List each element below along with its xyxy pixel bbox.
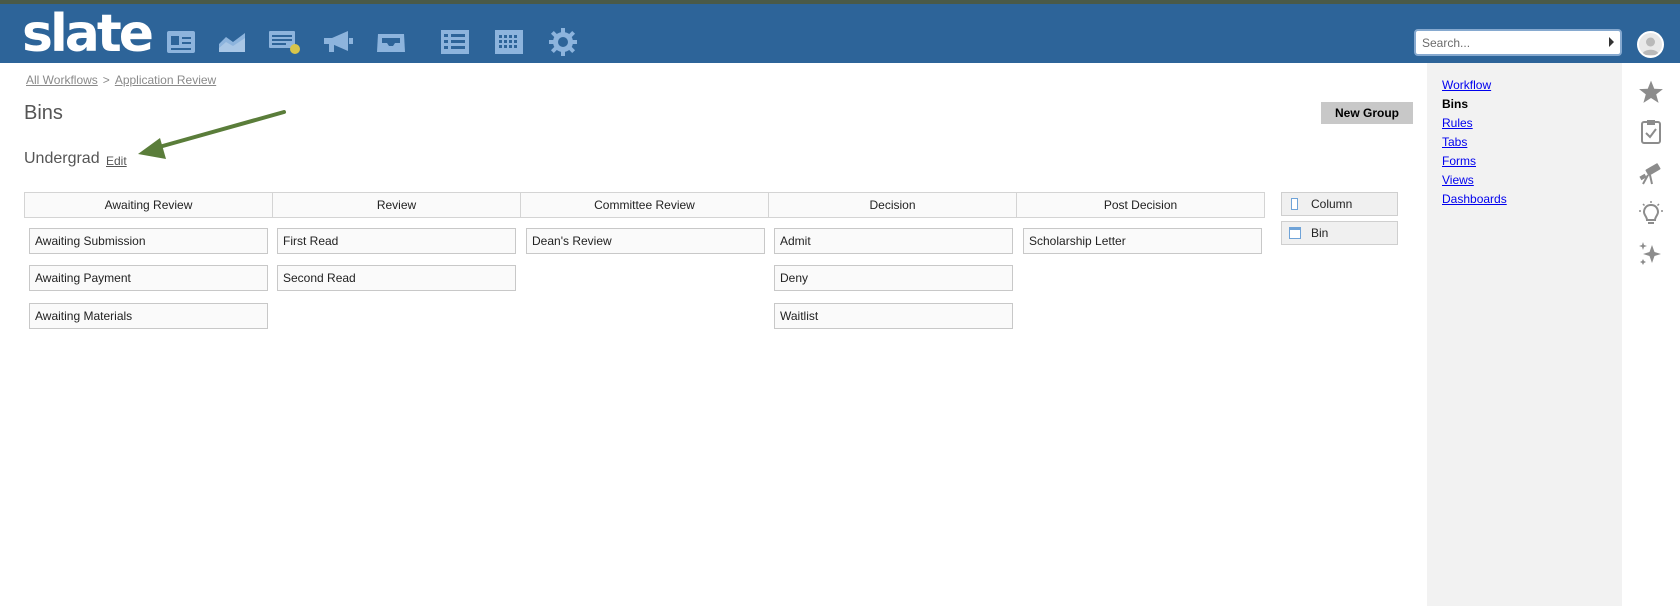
sidebar-item-dashboards[interactable]: Dashboards <box>1442 192 1507 206</box>
add-bin-label: Bin <box>1311 226 1329 240</box>
bin-item[interactable]: Awaiting Payment <box>29 265 268 291</box>
clipboard-check-icon[interactable] <box>1638 119 1664 145</box>
bin-item[interactable]: Waitlist <box>774 303 1013 329</box>
megaphone-icon[interactable] <box>321 27 355 57</box>
search-input[interactable] <box>1422 34 1602 52</box>
breadcrumb-separator: > <box>102 73 110 87</box>
star-icon[interactable] <box>1638 79 1664 105</box>
bin-item[interactable]: Dean's Review <box>526 228 765 254</box>
column-icon <box>1291 198 1298 210</box>
column-header[interactable]: Review <box>272 192 521 218</box>
list-icon[interactable] <box>438 27 472 57</box>
page-title: Bins <box>24 102 63 124</box>
reader-icon[interactable] <box>268 27 302 57</box>
column-header[interactable]: Awaiting Review <box>24 192 273 218</box>
bin-item[interactable]: Deny <box>774 265 1013 291</box>
sparkles-icon[interactable] <box>1638 241 1664 267</box>
right-sidebar: Workflow Bins Rules Tabs Forms Views Das… <box>1427 63 1622 606</box>
group-title: Undergrad <box>24 150 100 167</box>
bin-item[interactable]: Scholarship Letter <box>1023 228 1262 254</box>
search-submit-icon[interactable] <box>1609 37 1614 47</box>
breadcrumb-application-review[interactable]: Application Review <box>115 73 216 87</box>
bin-item[interactable]: Second Read <box>277 265 516 291</box>
slate-logo[interactable]: slate <box>22 8 154 60</box>
sidebar-item-forms[interactable]: Forms <box>1442 154 1476 168</box>
gear-icon[interactable] <box>546 27 580 57</box>
bin-item[interactable]: Awaiting Submission <box>29 228 268 254</box>
sidebar-item-workflow[interactable]: Workflow <box>1442 78 1491 92</box>
column-header[interactable]: Committee Review <box>520 192 769 218</box>
bin-item[interactable]: Awaiting Materials <box>29 303 268 329</box>
telescope-icon[interactable] <box>1638 161 1664 187</box>
bin-item[interactable]: First Read <box>277 228 516 254</box>
sidebar-item-views[interactable]: Views <box>1442 173 1474 187</box>
top-navbar: slate <box>0 4 1680 63</box>
annotation-arrow-icon <box>138 110 286 159</box>
add-bin-draggable[interactable]: Bin <box>1281 221 1398 245</box>
column-header[interactable]: Decision <box>768 192 1017 218</box>
bin-item[interactable]: Admit <box>774 228 1013 254</box>
bin-icon <box>1289 227 1301 239</box>
breadcrumb-all-workflows[interactable]: All Workflows <box>26 73 98 87</box>
contact-card-icon[interactable] <box>164 27 198 57</box>
chart-area-icon[interactable] <box>215 27 249 57</box>
sidebar-item-tabs[interactable]: Tabs <box>1442 135 1467 149</box>
lightbulb-icon[interactable] <box>1638 201 1664 227</box>
avatar[interactable] <box>1637 31 1664 58</box>
inbox-icon[interactable] <box>374 27 408 57</box>
column-header[interactable]: Post Decision <box>1016 192 1265 218</box>
new-group-button[interactable]: New Group <box>1321 102 1413 124</box>
add-column-label: Column <box>1311 197 1353 211</box>
breadcrumb: All Workflows > Application Review <box>26 73 216 87</box>
sidebar-item-rules[interactable]: Rules <box>1442 116 1473 130</box>
sidebar-item-bins[interactable]: Bins <box>1442 97 1468 111</box>
edit-group-link[interactable]: Edit <box>106 154 127 168</box>
search-box[interactable] <box>1414 29 1622 56</box>
add-column-draggable[interactable]: Column <box>1281 192 1398 216</box>
calendar-icon[interactable] <box>492 27 526 57</box>
